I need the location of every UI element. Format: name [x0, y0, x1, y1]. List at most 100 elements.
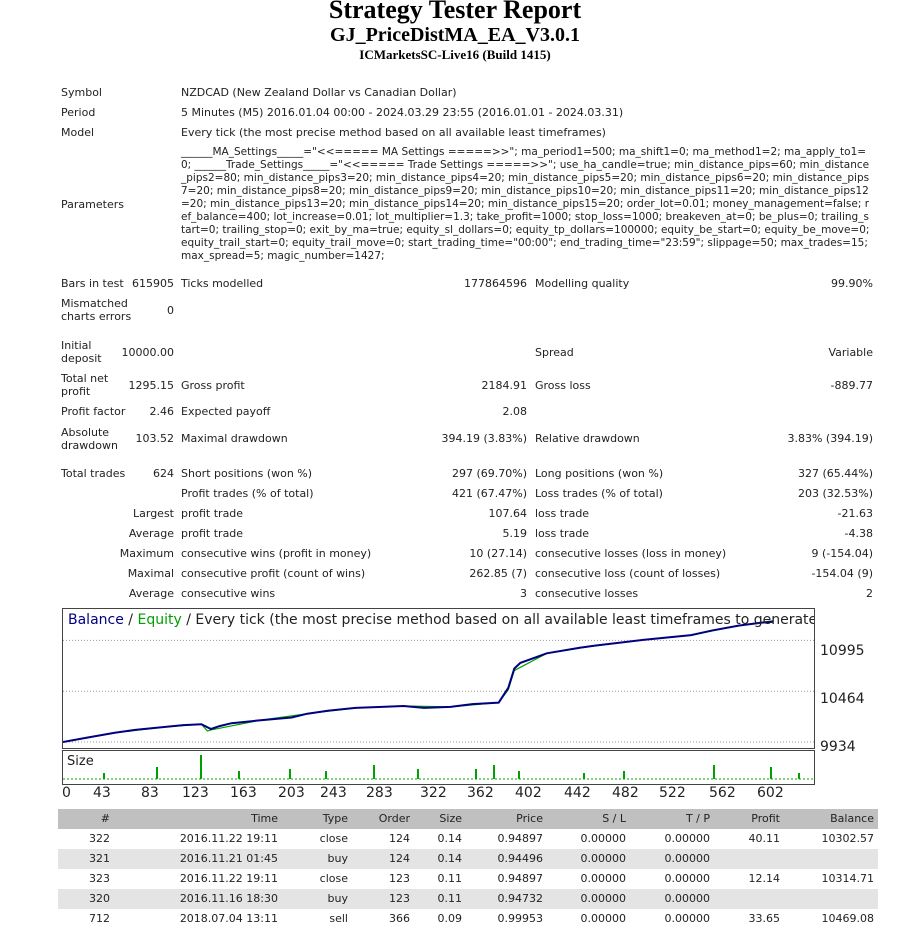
col-time: Time	[251, 812, 278, 825]
model-label: Model	[61, 126, 95, 139]
size-bar	[798, 773, 800, 779]
short-value: 297 (69.70%)	[451, 467, 527, 480]
average-lt-value: -4.38	[844, 527, 873, 540]
max-cw-label: consecutive wins (profit in money)	[181, 547, 372, 560]
trades-value: 624	[153, 467, 174, 480]
spread-value: Variable	[828, 346, 873, 359]
x-tick-1: 43	[93, 785, 111, 801]
x-tick-6: 243	[320, 785, 347, 801]
period-row: Period 5 Minutes (M5) 2016.01.04 00:00 -…	[0, 103, 910, 123]
col-sl: S / L	[602, 812, 626, 825]
average-pt-value: 5.19	[502, 527, 528, 540]
size-bar	[493, 765, 495, 779]
average-label: Average	[128, 527, 174, 540]
avg-cw-value: 3	[520, 587, 527, 600]
cell-balance: 10302.57	[821, 832, 875, 845]
cell-profit: 40.11	[748, 832, 781, 845]
cell-time: 2016.11.22 19:11	[179, 872, 278, 885]
cell-time: 2016.11.21 01:45	[179, 852, 278, 865]
x-tick-11: 442	[564, 785, 591, 801]
table-row: 322 2016.11.22 19:11 close 124 0.14 0.94897 0.…	[58, 829, 878, 849]
profitfactor-row: Profit factor 2.46 Expected payoff 2.08	[0, 402, 910, 422]
lt-label: Loss trades (% of total)	[535, 487, 663, 500]
mxl-cp-value: 262.85 (7)	[469, 567, 527, 580]
x-tick-7: 283	[366, 785, 393, 801]
mxl-cl-value: -154.04 (9)	[811, 567, 873, 580]
size-bar	[713, 765, 715, 779]
drawdown-row: 103.52 Maximal drawdown 394.19 (3.83%) R…	[0, 429, 910, 449]
avg-cl-label: consecutive losses	[535, 587, 639, 600]
maximal-label: Maximal	[127, 567, 174, 580]
cell-price: 0.94897	[497, 872, 544, 885]
cell-tp: 0.00000	[664, 872, 711, 885]
deals-header: # Time Type Order Size Price S / L T / P…	[58, 809, 878, 829]
cell-number: 323	[89, 872, 110, 885]
table-row: 323 2016.11.22 19:11 close 123 0.11 0.94897 0.…	[58, 869, 878, 889]
netprofit-value: 1295.15	[128, 379, 175, 392]
cell-balance	[788, 849, 874, 869]
max-cl-label: consecutive losses (loss in money)	[535, 547, 727, 560]
ticks-value: 177864596	[464, 277, 527, 290]
cell-profit: 12.14	[748, 872, 781, 885]
size-bar	[238, 771, 240, 779]
size-bar	[103, 773, 105, 779]
cell-number: 321	[89, 852, 110, 865]
average-pt-label: profit trade	[181, 527, 244, 540]
lt-value: 203 (32.53%)	[797, 487, 873, 500]
absdd-value: 103.52	[135, 432, 175, 445]
y-tick-0: 10995	[820, 643, 865, 659]
cell-time: 2018.07.04 13:11	[179, 912, 278, 925]
deal-rows: 322 2016.11.22 19:11 close 124 0.14 0.94897 0.…	[58, 829, 878, 929]
pf-value: 2.46	[149, 405, 175, 418]
cell-order: 124	[389, 852, 410, 865]
cell-number: 320	[89, 892, 110, 905]
spread-label: Spread	[535, 346, 574, 359]
y-tick-1: 10464	[820, 691, 865, 707]
cell-tp: 0.00000	[664, 852, 711, 865]
balance-line	[63, 620, 774, 743]
average-row: Average profit trade 5.19 loss trade -4.…	[0, 524, 910, 544]
cell-number: 712	[89, 912, 110, 925]
y-tick-2: 9934	[820, 739, 856, 755]
x-tick-0: 0	[62, 785, 71, 801]
cell-tp: 0.00000	[664, 912, 711, 925]
cell-sl: 0.00000	[580, 892, 627, 905]
cell-price: 0.94897	[497, 832, 544, 845]
size-bar	[156, 767, 158, 779]
payoff-value: 2.08	[502, 405, 528, 418]
cell-type: sell	[329, 912, 348, 925]
x-tick-10: 402	[515, 785, 542, 801]
cell-balance: 10469.08	[821, 912, 875, 925]
deposit-value: 10000.00	[121, 346, 175, 359]
x-tick-8: 322	[420, 785, 447, 801]
cell-order: 124	[389, 832, 410, 845]
equity-line	[63, 620, 774, 743]
mxl-cl-label: consecutive loss (count of losses)	[535, 567, 721, 580]
col-number: #	[100, 812, 110, 825]
col-type: Type	[322, 812, 348, 825]
period-label: Period	[61, 106, 96, 119]
size-bar	[417, 769, 419, 779]
col-balance: Balance	[830, 812, 874, 825]
chart-legend: Balance / Equity / Every tick (the most …	[68, 612, 814, 628]
cell-size: 0.09	[437, 912, 463, 925]
cell-profit: 33.65	[748, 912, 781, 925]
x-tick-12: 482	[612, 785, 639, 801]
size-panel: Size	[62, 750, 815, 785]
cell-type: close	[319, 872, 348, 885]
col-order: Order	[378, 812, 410, 825]
cell-sl: 0.00000	[580, 852, 627, 865]
symbol-value: NZDCAD (New Zealand Dollar vs Canadian D…	[181, 86, 457, 99]
parameters-label: Parameters	[61, 198, 124, 211]
report-header: Strategy Tester Report GJ_PriceDistMA_EA…	[0, 0, 910, 62]
maxdd-value: 394.19 (3.83%)	[441, 432, 527, 445]
legend-equity: Equity	[137, 612, 182, 628]
maximal-row: Maximal consecutive profit (count of win…	[0, 564, 910, 584]
ticks-label: Ticks modelled	[181, 277, 264, 290]
server-build: ICMarketsSC-Live16 (Build 1415)	[359, 47, 551, 62]
grossprofit-label: Gross profit	[181, 379, 245, 392]
symbol-row: Symbol NZDCAD (New Zealand Dollar vs Can…	[0, 83, 910, 103]
cell-balance	[788, 889, 874, 909]
cell-price: 0.94496	[497, 852, 544, 865]
grossloss-label: Gross loss	[535, 379, 591, 392]
